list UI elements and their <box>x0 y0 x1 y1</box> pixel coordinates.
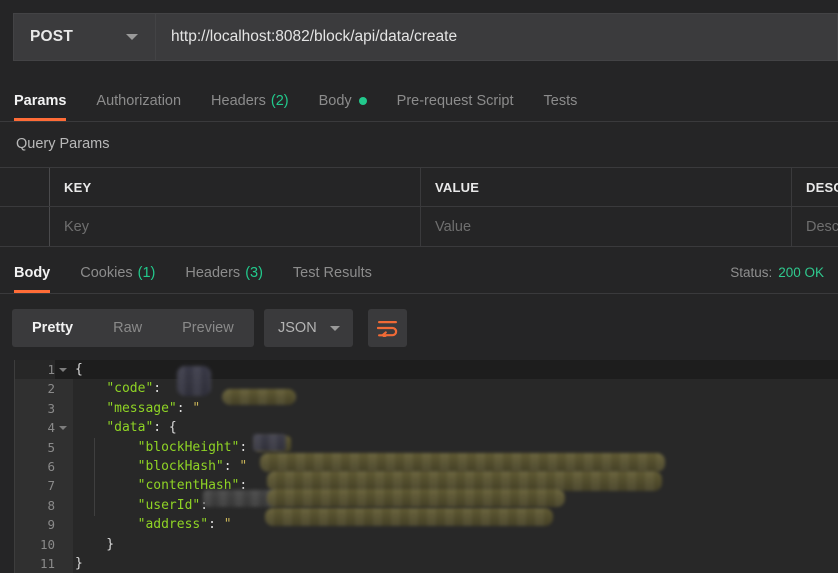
line-number: 11 <box>39 555 55 571</box>
param-value-input[interactable]: Value <box>421 207 792 246</box>
tab-label: Headers <box>211 92 266 109</box>
redacted-value-userid-2 <box>267 489 565 507</box>
column-header-value: VALUE <box>421 168 792 206</box>
line-number: 7 <box>47 478 55 494</box>
view-mode-pretty[interactable]: Pretty <box>12 309 93 347</box>
line-number: 2 <box>47 381 55 397</box>
redacted-value-message <box>222 389 296 405</box>
param-key-input[interactable]: Key <box>50 207 421 246</box>
code-line: 2 "code": <box>15 379 838 398</box>
line-number: 9 <box>47 517 55 533</box>
column-header-key: KEY <box>50 168 421 206</box>
column-header-description: DESCR <box>806 179 838 195</box>
code-text: } <box>75 536 115 552</box>
response-tab-test-results[interactable]: Test Results <box>293 252 372 293</box>
tab-count-badge: (2) <box>270 92 289 109</box>
tab-label: Params <box>14 92 67 109</box>
line-number: 10 <box>39 536 55 552</box>
url-input[interactable]: http://localhost:8082/block/api/data/cre… <box>156 13 838 61</box>
tab-label: Tests <box>543 92 578 109</box>
response-body-editor[interactable]: 1{2 "code": 3 "message": " 4 "data": {5 "b… <box>14 360 838 573</box>
query-params-title: Query Params <box>16 136 110 152</box>
code-text: "blockHash": " <box>137 458 248 474</box>
word-wrap-icon <box>377 320 398 337</box>
param-description-placeholder: Desc <box>806 218 838 235</box>
redacted-value-blockhash <box>260 453 665 472</box>
http-method-dropdown[interactable]: POST <box>13 13 156 61</box>
response-tab-body[interactable]: Body <box>14 252 51 293</box>
postman-window: POST http://localhost:8082/block/api/dat… <box>0 0 838 573</box>
code-text: "data": { <box>106 420 177 436</box>
request-url-row: POST http://localhost:8082/block/api/dat… <box>0 0 838 75</box>
response-tab-headers[interactable]: Headers (3) <box>185 252 263 293</box>
param-key-placeholder: Key <box>64 218 89 235</box>
tab-count-badge: (1) <box>137 264 156 281</box>
redacted-value-blockheight-2 <box>253 434 286 451</box>
tab-label: Headers <box>185 264 241 281</box>
code-line: 11} <box>15 554 838 573</box>
code-text: "code": <box>106 381 162 397</box>
status-label: Status: <box>730 265 773 280</box>
row-checkbox-cell[interactable] <box>0 207 50 246</box>
code-text: { <box>75 362 83 377</box>
request-tabs: Params Authorization Headers (2) Body Pre-req… <box>0 80 838 122</box>
table-row: Key Value Desc <box>0 207 838 247</box>
http-method-label: POST <box>30 28 74 45</box>
code-line: 4 "data": { <box>15 418 838 437</box>
chevron-down-icon <box>330 325 340 331</box>
view-mode-switcher: Pretty Raw Preview <box>12 309 254 347</box>
tab-label: Cookies <box>80 264 133 281</box>
tab-label: Authorization <box>96 92 182 109</box>
chevron-down-icon <box>126 34 138 40</box>
code-line: 3 "message": " <box>15 399 838 418</box>
tab-label: Test Results <box>292 264 372 281</box>
body-present-dot-icon <box>358 96 367 105</box>
tab-label: Body <box>318 92 352 109</box>
format-label: JSON <box>278 320 317 336</box>
redacted-value-contenthash <box>267 471 662 491</box>
line-number: 4 <box>47 420 55 436</box>
code-text: "userId": <box>137 497 208 513</box>
word-wrap-button[interactable] <box>368 309 407 347</box>
code-text: } <box>75 555 83 571</box>
code-line: 10 } <box>15 535 838 554</box>
select-all-checkbox-cell[interactable] <box>0 168 50 206</box>
fold-caret-icon[interactable] <box>59 368 67 372</box>
line-number: 5 <box>47 439 55 455</box>
url-value: http://localhost:8082/block/api/data/cre… <box>171 28 458 45</box>
code-text: "address": " <box>137 517 232 533</box>
code-line: 1{ <box>15 360 838 380</box>
status-badge: Status: 200 OK <box>730 252 824 293</box>
request-tab-body[interactable]: Body <box>319 80 367 121</box>
query-params-table: KEY VALUE DESCR Key Value Desc <box>0 167 838 247</box>
line-number: 3 <box>47 400 55 416</box>
code-text: "message": " <box>106 400 201 416</box>
request-tab-tests[interactable]: Tests <box>544 80 578 121</box>
request-tab-params[interactable]: Params <box>14 80 67 121</box>
response-tab-cookies[interactable]: Cookies (1) <box>80 252 155 293</box>
fold-caret-icon[interactable] <box>59 426 67 431</box>
line-number: 8 <box>47 497 55 513</box>
view-mode-preview[interactable]: Preview <box>162 309 254 347</box>
line-number: 6 <box>47 458 55 474</box>
redacted-value-userid <box>203 490 275 507</box>
response-body-toolbar: Pretty Raw Preview JSON <box>0 303 838 353</box>
redacted-value-address <box>265 508 553 526</box>
format-dropdown[interactable]: JSON <box>264 309 353 347</box>
redacted-value-code <box>177 366 211 396</box>
request-tab-pre-request-script[interactable]: Pre-request Script <box>397 80 514 121</box>
view-mode-raw[interactable]: Raw <box>93 309 162 347</box>
request-tab-headers[interactable]: Headers (2) <box>211 80 289 121</box>
response-tabs: Body Cookies (1) Headers (3) Test Results Sta… <box>0 252 838 294</box>
tab-label: Pre-request Script <box>396 92 514 109</box>
tab-label: Body <box>14 264 51 281</box>
param-description-input[interactable]: Desc <box>792 207 838 246</box>
status-value: 200 OK <box>778 265 824 280</box>
line-number: 1 <box>15 360 55 380</box>
code-text: "blockHeight": <box>137 439 248 455</box>
param-value-placeholder: Value <box>435 218 472 235</box>
tab-count-badge: (3) <box>245 264 263 281</box>
table-header-row: KEY VALUE DESCR <box>0 167 838 207</box>
request-tab-authorization[interactable]: Authorization <box>96 80 181 121</box>
